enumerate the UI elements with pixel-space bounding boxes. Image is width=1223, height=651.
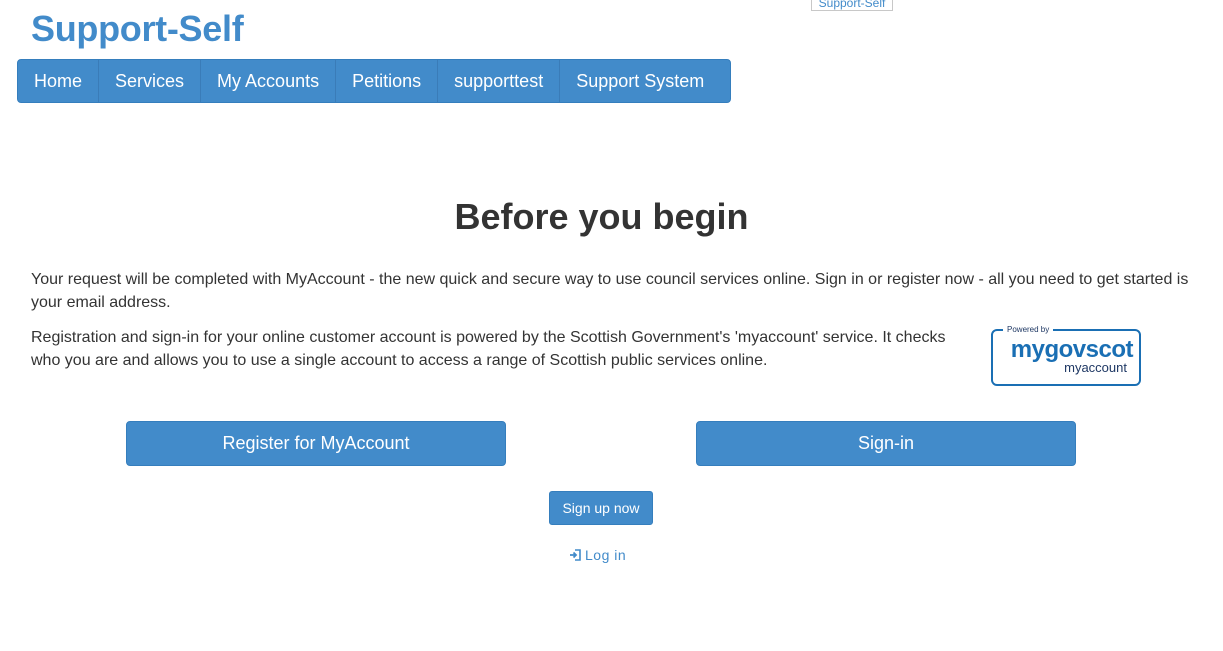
login-link[interactable]: Log in — [569, 547, 626, 563]
nav-item-my-accounts[interactable]: My Accounts — [201, 60, 337, 102]
nav-item-services[interactable]: Services — [99, 60, 202, 102]
register-button[interactable]: Register for MyAccount — [126, 421, 506, 466]
login-link-label: Log in — [585, 547, 627, 563]
myaccount-info-paragraph: Registration and sign-in for your online… — [31, 329, 946, 369]
nav-item-support-system[interactable]: Support System — [560, 60, 720, 102]
badge-sub: myaccount — [1064, 360, 1127, 375]
mygovscot-badge: Powered by mygovscot myaccount — [991, 325, 1141, 386]
page-heading: Before you begin — [454, 196, 749, 237]
main-navbar: Home Services My Accounts Petitions supp… — [17, 59, 731, 103]
site-logo-image[interactable]: Support-Self — [811, 0, 893, 11]
intro-paragraph: Your request will be completed with MyAc… — [31, 271, 1189, 311]
badge-powered-by: Powered by — [1003, 325, 1054, 335]
signin-button[interactable]: Sign-in — [696, 421, 1076, 466]
login-icon — [570, 549, 581, 561]
nav-item-home[interactable]: Home — [18, 60, 100, 102]
nav-item-supporttest[interactable]: supporttest — [438, 60, 561, 102]
signup-now-button[interactable]: Sign up now — [549, 491, 653, 525]
site-title[interactable]: Support-Self — [31, 8, 244, 50]
nav-item-petitions[interactable]: Petitions — [336, 60, 439, 102]
